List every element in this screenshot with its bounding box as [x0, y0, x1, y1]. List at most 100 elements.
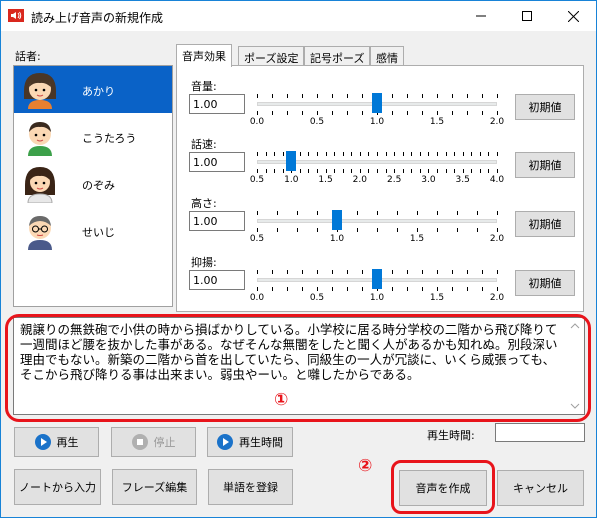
speaker-list[interactable]: あかり こうたろう のぞみ せいじ — [13, 65, 173, 307]
slider-tick-label: 1.5 — [429, 117, 445, 127]
close-button[interactable] — [550, 1, 596, 31]
intonation-input[interactable]: 1.00 — [189, 270, 245, 290]
slider-ticks — [257, 211, 498, 215]
slider-tick-label: 1.5 — [409, 234, 425, 244]
slider-tick — [488, 152, 490, 156]
play-button[interactable]: 再生 — [14, 427, 99, 457]
tab-symbol-pause[interactable]: 記号ポーズ — [304, 46, 371, 66]
slider-tick — [477, 228, 478, 232]
clock-play-icon — [217, 434, 233, 450]
slider-tick — [347, 111, 348, 115]
slider-tick — [272, 270, 273, 274]
slider-tick — [317, 94, 318, 98]
slider-tick — [362, 287, 363, 291]
speakers-label: 話者: — [15, 50, 41, 63]
slider-tick-label: 0.0 — [249, 293, 265, 303]
speed-input[interactable]: 1.00 — [189, 152, 245, 172]
slider-tick — [419, 152, 421, 156]
slider-tick-label: 1.0 — [284, 175, 299, 185]
slider-tick — [265, 152, 267, 156]
stop-button[interactable]: 停止 — [111, 427, 196, 457]
maximize-button[interactable] — [504, 1, 550, 31]
tab-emotion[interactable]: 感情 — [370, 46, 404, 66]
slider-tick-label: 3.0 — [421, 175, 436, 185]
slider-tick — [482, 270, 483, 274]
akari-avatar-icon — [24, 73, 56, 109]
slider-tick — [467, 270, 468, 274]
slider-tick — [317, 111, 318, 115]
intonation-reset-button[interactable]: 初期値 — [515, 270, 575, 296]
speaker-item-seiji[interactable]: せいじ — [14, 207, 172, 254]
slider-tick — [419, 169, 421, 173]
slider-tick — [497, 94, 498, 98]
slider-tick — [445, 152, 447, 156]
tab-pause-settings[interactable]: ポーズ設定 — [238, 46, 305, 66]
speaker-item-nozomi[interactable]: のぞみ — [14, 160, 172, 207]
volume-reset-button[interactable]: 初期値 — [515, 94, 575, 120]
slider-tick — [317, 270, 318, 274]
slider-tick — [302, 111, 303, 115]
play-label: 再生 — [56, 436, 79, 449]
slider-tick — [394, 169, 396, 173]
speaker-name: せいじ — [82, 226, 115, 239]
speaker-name: あかり — [82, 85, 115, 98]
annotation-ring-1 — [5, 314, 591, 422]
slider-tick-label: 2.0 — [489, 293, 505, 303]
slider-tick — [287, 94, 288, 98]
slider-tick — [287, 287, 288, 291]
slider-tick — [317, 211, 318, 215]
volume-label: 音量: — [191, 80, 217, 93]
slider-tick — [257, 169, 258, 173]
slider-tick — [497, 152, 498, 156]
slider-tick — [454, 152, 456, 156]
pitch-input[interactable]: 1.00 — [189, 211, 245, 231]
slider-tick — [445, 169, 447, 173]
slider-tick — [308, 169, 310, 173]
slider-tick — [377, 152, 378, 156]
register-word-button[interactable]: 単語を登録 — [208, 469, 293, 505]
seiji-avatar-icon — [28, 216, 52, 250]
cancel-button[interactable]: キャンセル — [497, 470, 584, 506]
slider-tick — [317, 228, 318, 232]
speed-slider[interactable]: 0.5 1.0 1.5 2.0 2.5 3.0 3.5 4.0 — [250, 138, 504, 188]
slider-tick — [482, 94, 483, 98]
minimize-button[interactable] — [458, 1, 504, 31]
play-time-button[interactable]: 再生時間 — [207, 427, 293, 457]
speed-row: 話速: 1.00 0.5 1.0 1.5 2.0 2.5 3.0 3.5 4.0 初期値 — [177, 134, 583, 192]
slider-thumb[interactable] — [332, 210, 342, 230]
slider-tick — [359, 152, 361, 156]
slider-tick-label: 2.0 — [352, 175, 368, 185]
volume-input[interactable]: 1.00 — [189, 94, 245, 114]
slider-tick — [342, 169, 344, 173]
intonation-label: 抑揚: — [191, 256, 217, 269]
slider-tick — [467, 94, 468, 98]
play-time-button-label: 再生時間 — [239, 436, 283, 449]
pitch-reset-button[interactable]: 初期値 — [515, 211, 575, 237]
slider-tick — [407, 270, 408, 274]
tab-sound-effect[interactable]: 音声効果 — [176, 44, 232, 67]
from-note-button[interactable]: ノートから入力 — [14, 469, 101, 505]
slider-tick — [332, 287, 333, 291]
slider-tick — [482, 287, 483, 291]
speaker-item-akari[interactable]: あかり — [14, 66, 172, 113]
slider-thumb[interactable] — [372, 269, 382, 289]
volume-slider[interactable]: 0.0 0.5 1.0 1.5 2.0 — [250, 80, 504, 130]
slider-tick — [482, 111, 483, 115]
phrase-edit-button[interactable]: フレーズ編集 — [112, 469, 197, 505]
pitch-slider[interactable]: 0.5 1.0 1.5 2.0 — [250, 197, 504, 247]
slider-tick-label: 1.0 — [369, 117, 385, 127]
slider-thumb[interactable] — [372, 93, 382, 113]
speaker-item-kotaro[interactable]: こうたろう — [14, 113, 172, 160]
slider-tick — [437, 94, 438, 98]
slider-tick — [282, 169, 284, 173]
slider-tick — [377, 211, 378, 215]
speed-reset-button[interactable]: 初期値 — [515, 152, 575, 178]
slider-tick — [297, 228, 298, 232]
slider-tick — [359, 169, 361, 173]
slider-thumb[interactable] — [286, 151, 297, 171]
slider-tick — [437, 211, 438, 215]
slider-tick-label: 0.5 — [309, 117, 325, 127]
intonation-slider[interactable]: 0.0 0.5 1.0 1.5 2.0 — [249, 256, 504, 306]
slider-tick — [497, 270, 498, 274]
slider-tick — [362, 111, 363, 115]
